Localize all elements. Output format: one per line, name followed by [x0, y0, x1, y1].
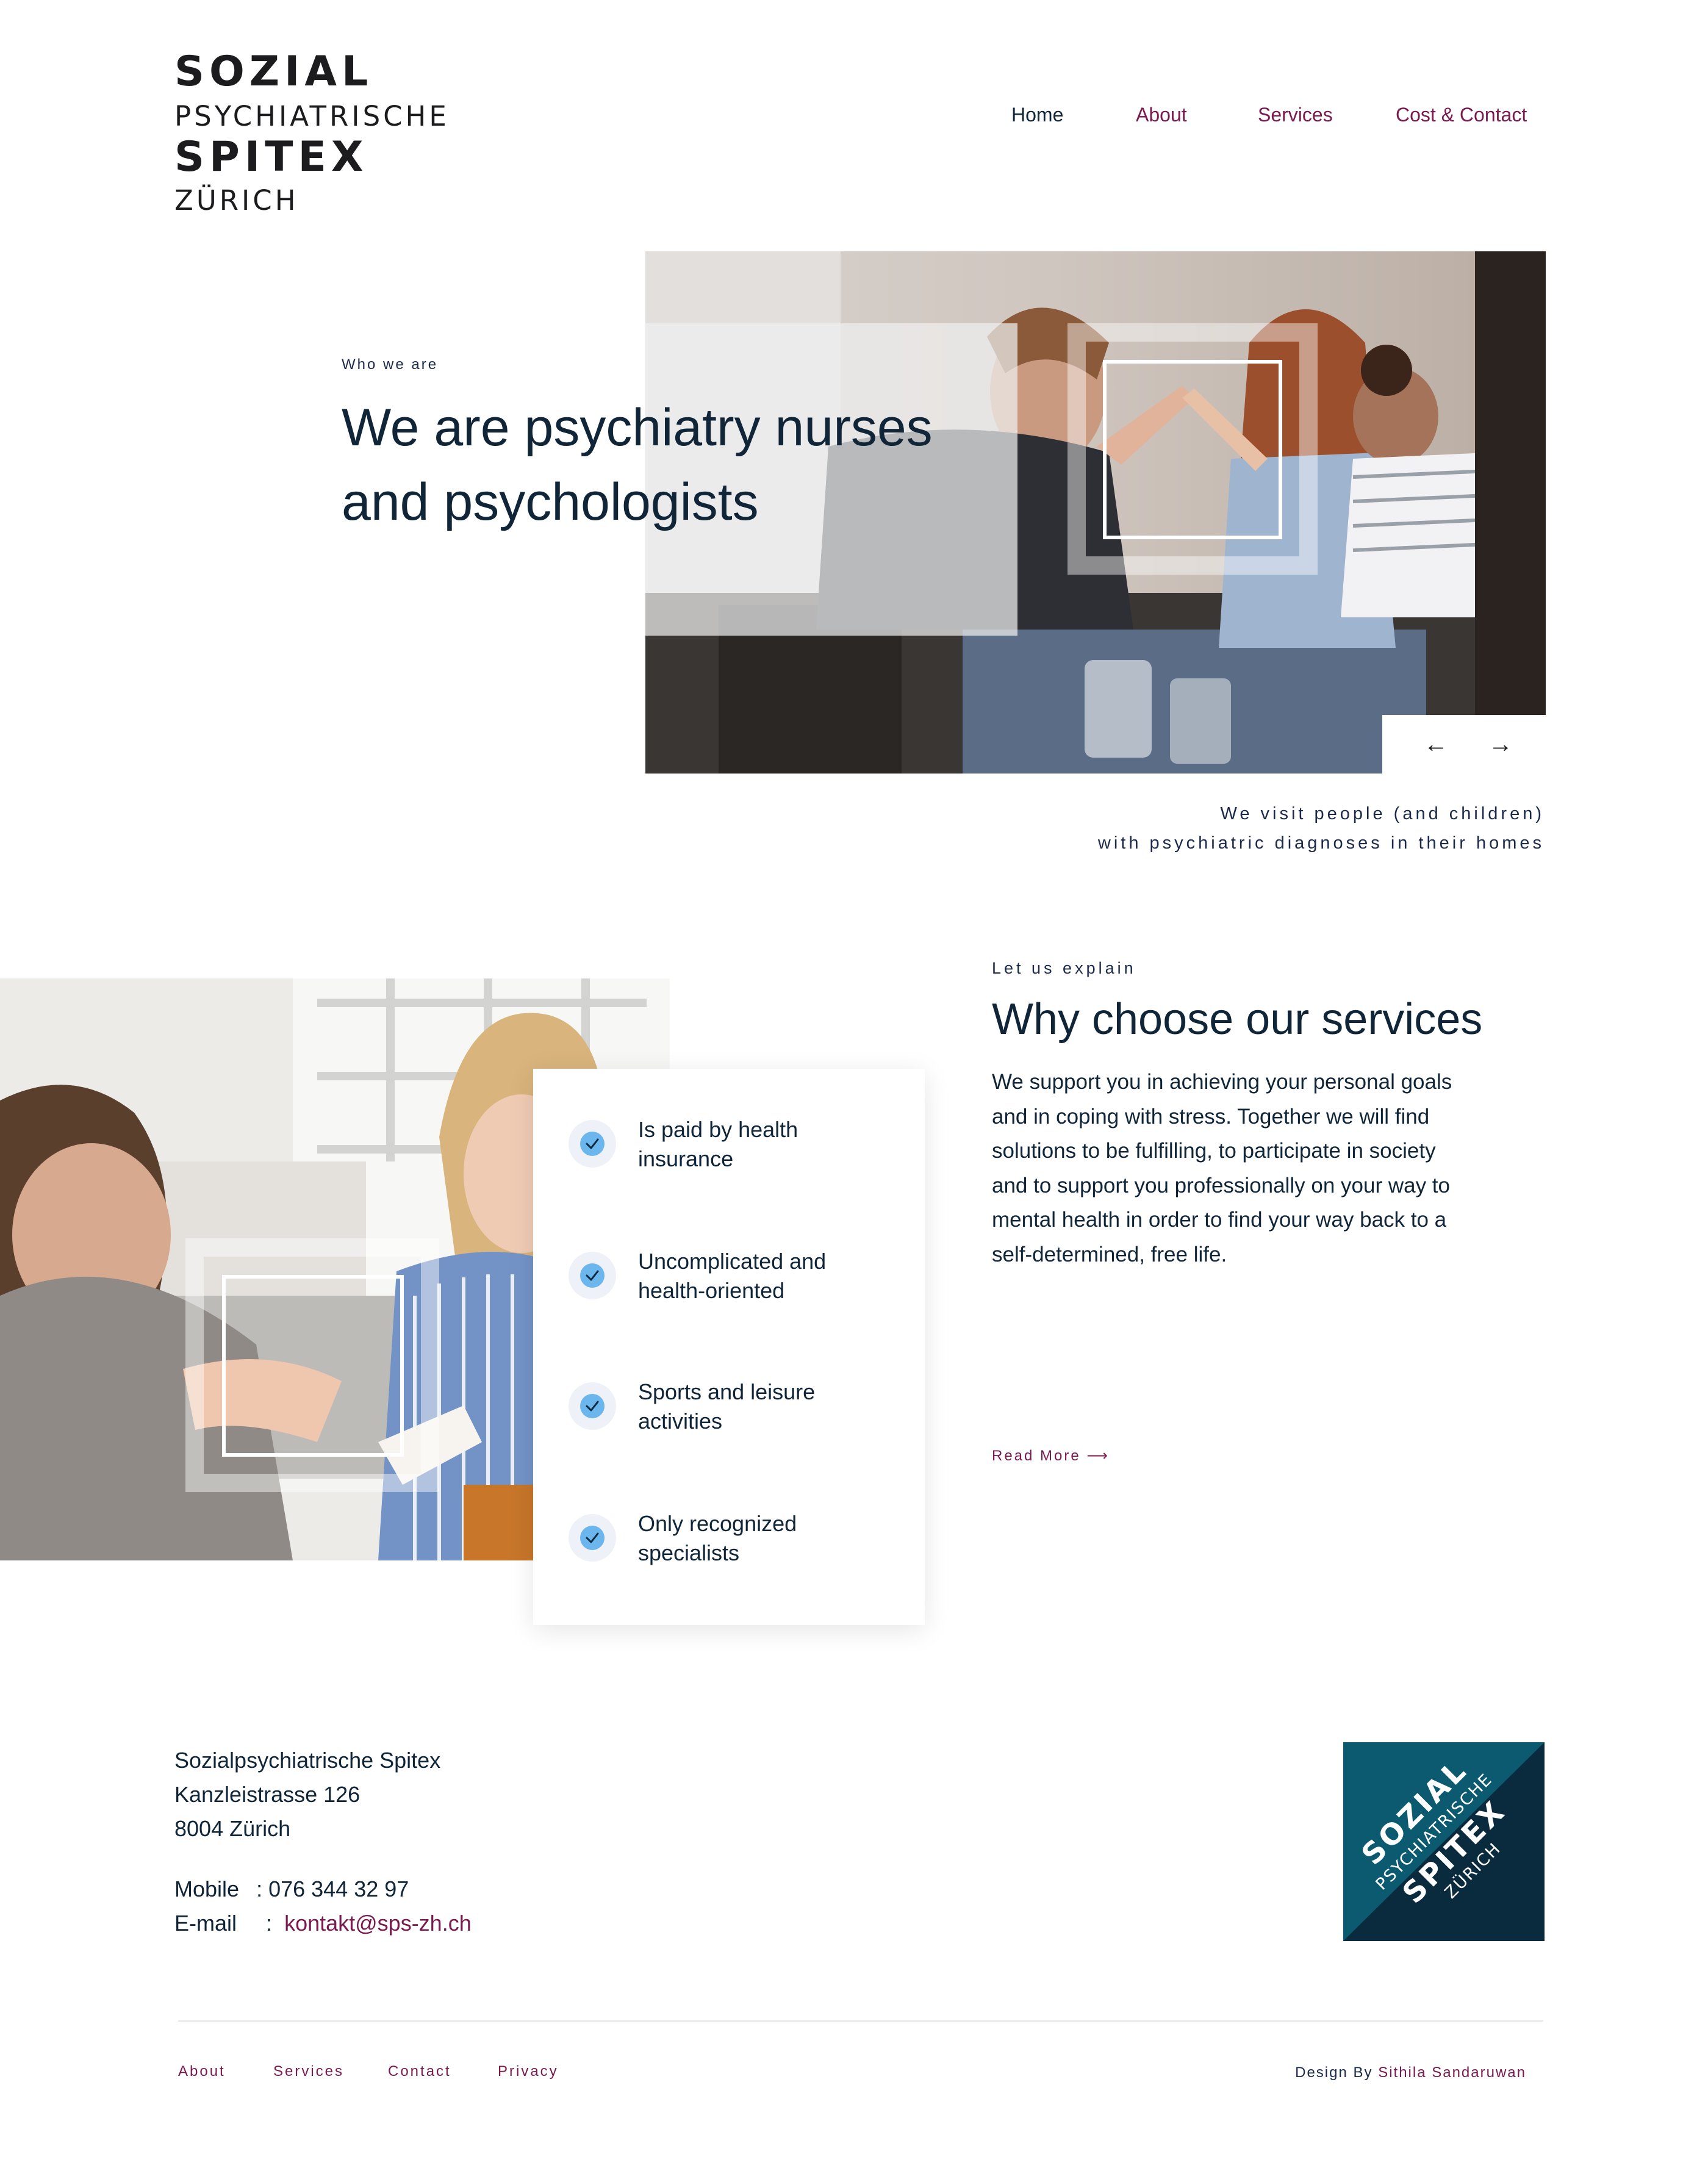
arrow-long-right-icon: ⟶: [1086, 1448, 1110, 1464]
footer-divider: [178, 2020, 1543, 2022]
logo-line-spitex: SPITEX: [174, 133, 368, 181]
footer-logo-badge: SOZIAL PSYCHIATRISCHE SPITEX ZÜRICH: [1343, 1742, 1545, 1941]
hero-caption-line-2: with psychiatric diagnoses in their home…: [1097, 833, 1545, 853]
services-body: We support you in achieving your persona…: [992, 1070, 1452, 1266]
email-label: E-mail: [174, 1911, 237, 1936]
hero-title-line-2: and psychologists: [342, 473, 759, 531]
hero-title: We are psychiatry nurses and psychologis…: [342, 390, 933, 539]
mobile-value[interactable]: : 076 344 32 97: [256, 1876, 409, 1901]
check-badge: [569, 1252, 616, 1299]
feature-label: Only recognized specialists: [638, 1511, 797, 1565]
check-icon: [586, 1401, 599, 1412]
feature-label: Is paid by health insurance: [638, 1117, 798, 1171]
check-icon: [586, 1270, 599, 1281]
contact-email: E-mail : kontakt@sps-zh.ch: [174, 1911, 472, 1936]
features-card: Is paid by health insurance Uncomplicate…: [533, 1069, 925, 1625]
feature-label: Uncomplicated and health-oriented: [638, 1249, 827, 1303]
read-more-label: Read More: [992, 1448, 1081, 1464]
design-credit: Design By Sithila Sandaruwan: [1295, 2064, 1526, 2081]
email-link[interactable]: kontakt@sps-zh.ch: [284, 1911, 472, 1936]
feature-label: Sports and leisure activities: [638, 1379, 816, 1434]
arrow-right-icon[interactable]: →: [1488, 732, 1513, 756]
logo-line-zurich: ZÜRICH: [174, 184, 299, 217]
services-eyebrow: Let us explain: [992, 959, 1136, 977]
nav-home[interactable]: Home: [1011, 104, 1063, 126]
address-company: Sozialpsychiatrische Spitex: [174, 1748, 441, 1773]
logo-line-sozial: SOZIAL: [174, 48, 373, 96]
nav-cost-contact[interactable]: Cost & Contact: [1396, 104, 1527, 126]
footer-link-about[interactable]: About: [178, 2063, 226, 2080]
mobile-label: Mobile: [174, 1876, 240, 1901]
services-title: Why choose our services: [992, 995, 1483, 1044]
arrow-left-icon[interactable]: ←: [1424, 732, 1448, 756]
services-frame-inner: [222, 1275, 404, 1457]
read-more-link[interactable]: Read More ⟶: [992, 1447, 1110, 1465]
credit-name-link[interactable]: Sithila Sandaruwan: [1378, 2064, 1526, 2081]
footer-address: Sozialpsychiatrische Spitex Kanzleistras…: [174, 1743, 440, 1846]
logo-line-psychiatrische: PSYCHIATRISCHE: [174, 100, 450, 132]
nav-services[interactable]: Services: [1258, 104, 1333, 126]
footer-link-privacy[interactable]: Privacy: [498, 2063, 559, 2080]
check-badge: [569, 1120, 616, 1168]
hero-frame-inner: [1103, 360, 1282, 539]
check-badge: [569, 1382, 616, 1430]
hero-eyebrow: Who we are: [342, 356, 439, 373]
hero-title-line-1: We are psychiatry nurses: [342, 398, 933, 457]
email-separator: :: [266, 1911, 273, 1936]
contact-mobile: Mobile : 076 344 32 97: [174, 1876, 409, 1902]
hero-caption-line-1: We visit people (and children): [1220, 804, 1545, 824]
credit-prefix: Design By: [1295, 2064, 1373, 2081]
footer-link-contact[interactable]: Contact: [388, 2063, 451, 2080]
footer-link-services[interactable]: Services: [273, 2063, 344, 2080]
address-street: Kanzleistrasse 126: [174, 1782, 361, 1807]
address-city: 8004 Zürich: [174, 1816, 291, 1841]
hero-slider-controls: ← →: [1382, 715, 1546, 776]
check-badge: [569, 1514, 616, 1562]
check-icon: [586, 1138, 599, 1149]
nav-about[interactable]: About: [1136, 104, 1187, 126]
check-icon: [586, 1532, 599, 1543]
